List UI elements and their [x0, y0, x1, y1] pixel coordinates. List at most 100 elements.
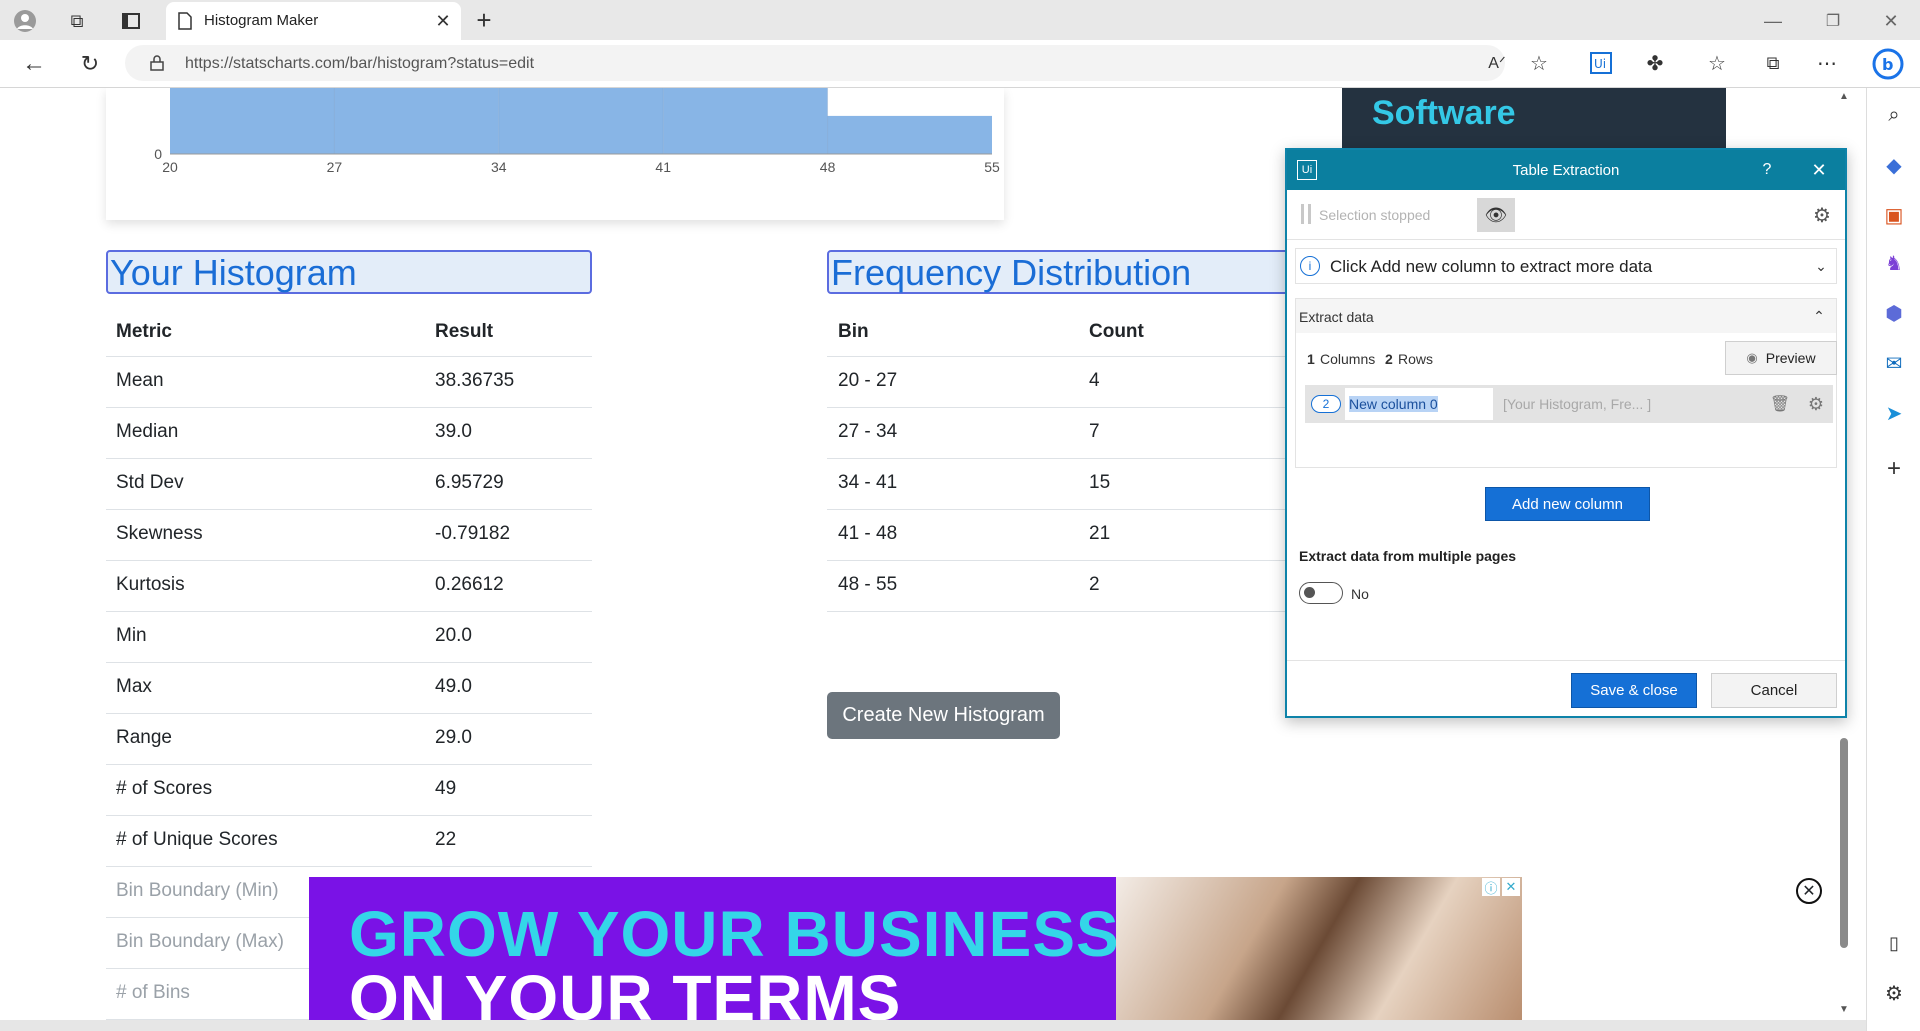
dialog-settings-icon[interactable]: ⚙	[1809, 202, 1835, 228]
extract-header-label: Extract data	[1299, 309, 1374, 325]
chevron-up-icon[interactable]: ⌃	[1808, 305, 1830, 327]
chevron-down-icon[interactable]: ⌄	[1810, 255, 1832, 277]
selection-status: Selection stopped	[1319, 207, 1431, 223]
preview-button[interactable]: ◉ Preview	[1725, 341, 1837, 375]
extract-header[interactable]: Extract data ⌃	[1296, 299, 1836, 333]
ad-choices-icon[interactable]: ⓘ	[1482, 878, 1500, 896]
bottom-strip	[0, 1020, 1866, 1031]
restore-icon[interactable]: ❐	[1820, 8, 1846, 34]
url-field[interactable]: https://statscharts.com/bar/histogram?st…	[125, 45, 1548, 81]
row-divider	[106, 611, 592, 612]
games-icon[interactable]: ♞	[1881, 250, 1907, 276]
close-dialog-icon[interactable]: ✕	[1807, 158, 1831, 182]
multi-page-toggle[interactable]	[1299, 582, 1343, 604]
save-close-button[interactable]: Save & close	[1571, 673, 1697, 708]
settings-icon[interactable]: ⚙	[1881, 980, 1907, 1006]
new-tab-icon[interactable]: +	[470, 5, 498, 35]
row-divider	[106, 866, 592, 867]
back-icon[interactable]: ←	[20, 50, 48, 78]
read-aloud-icon[interactable]: A͏ᐟ	[1485, 51, 1509, 75]
tools-icon[interactable]: ▣	[1881, 202, 1907, 228]
profile-icon[interactable]	[12, 8, 38, 34]
result-cell: 22	[435, 829, 457, 850]
columns-count: 1	[1307, 351, 1315, 367]
search-icon[interactable]: ⌕	[1881, 102, 1907, 128]
add-sidebar-icon[interactable]: +	[1881, 455, 1907, 482]
browser-tab[interactable]: Histogram Maker ✕	[166, 2, 461, 40]
more-menu-icon[interactable]: ⋯	[1814, 50, 1840, 76]
faded-metric-cell: Bin Boundary (Max)	[116, 931, 284, 952]
pause-icon	[1301, 204, 1311, 224]
row-divider	[106, 407, 592, 408]
histogram-bar	[334, 88, 499, 155]
info-bar[interactable]: i Click Add new column to extract more d…	[1295, 248, 1837, 284]
ad-close-icon[interactable]: ✕	[1502, 878, 1520, 896]
banner-ad-line1: GROW YOUR BUSINESS	[349, 898, 1120, 970]
result-cell: 39.0	[435, 421, 472, 442]
result-cell: 6.95729	[435, 472, 504, 493]
page-icon	[176, 11, 194, 31]
bing-copilot-icon[interactable]: b	[1870, 46, 1906, 82]
column-row[interactable]: 2 New column 0 [Your Histogram, Fre... ]…	[1305, 385, 1833, 423]
create-new-histogram-button[interactable]: Create New Histogram	[827, 692, 1060, 739]
result-cell: 20.0	[435, 625, 472, 646]
metric-cell: Median	[116, 421, 179, 442]
delete-column-icon[interactable]: 🗑	[1769, 393, 1791, 415]
close-window-icon[interactable]: ✕	[1878, 8, 1904, 34]
minimize-icon[interactable]: —	[1760, 8, 1786, 34]
x-tick-label: 41	[655, 159, 671, 175]
help-icon[interactable]: ?	[1755, 158, 1779, 182]
result-cell: 29.0	[435, 727, 472, 748]
result-cell: 49	[435, 778, 457, 799]
tab-title: Histogram Maker	[204, 12, 319, 29]
scroll-thumb[interactable]	[1840, 738, 1848, 948]
url-text: https://statscharts.com/bar/histogram?st…	[185, 55, 535, 72]
rows-label: Rows	[1398, 351, 1434, 367]
column-settings-icon[interactable]: ⚙	[1805, 393, 1827, 415]
banner-ad[interactable]: GROW YOUR BUSINESS ON YOUR TERMS ⓘ ✕	[309, 877, 1522, 1020]
count-header: Count	[1089, 321, 1144, 342]
svg-text:Ui: Ui	[1594, 57, 1606, 71]
bin-cell: 41 - 48	[838, 523, 898, 544]
bin-cell: 20 - 27	[838, 370, 898, 391]
collections-icon[interactable]: ⧉	[1760, 50, 1786, 76]
refresh-icon[interactable]: ↻	[76, 50, 104, 78]
send-icon[interactable]: ➤	[1881, 400, 1907, 426]
toggle-knob	[1304, 587, 1315, 598]
close-ad-icon[interactable]: ✕	[1796, 878, 1822, 904]
scroll-up-icon[interactable]: ▲	[1838, 90, 1850, 102]
workspaces-icon[interactable]: ⧉	[64, 8, 90, 34]
scroll-down-icon[interactable]: ▼	[1838, 1003, 1850, 1015]
favorites-icon[interactable]: ☆	[1704, 50, 1730, 76]
column-name-input[interactable]: New column 0	[1345, 388, 1493, 420]
shopping-icon[interactable]: ◆	[1881, 152, 1907, 178]
metric-cell: Range	[116, 727, 172, 748]
row-divider	[827, 458, 1287, 459]
histogram-bar	[663, 88, 828, 154]
metric-cell: # of Unique Scores	[116, 829, 278, 850]
row-divider	[827, 407, 1287, 408]
row-divider	[106, 815, 592, 816]
favorite-add-icon[interactable]: ☆	[1527, 51, 1551, 75]
sidebar-toggle-icon[interactable]: ▯	[1881, 930, 1907, 956]
x-tick-label: 48	[820, 159, 836, 175]
extensions-icon[interactable]: ✤	[1642, 50, 1668, 76]
outlook-icon[interactable]: ✉	[1881, 350, 1907, 376]
row-divider	[106, 458, 592, 459]
result-cell: 38.36735	[435, 370, 515, 391]
add-new-column-button[interactable]: Add new column	[1485, 487, 1650, 521]
count-cell: 15	[1089, 472, 1111, 493]
histogram-chart: 20 27 34 41 48 55 0	[106, 88, 1004, 220]
vertical-tabs-icon[interactable]	[118, 8, 144, 34]
eye-toggle-icon[interactable]: 👁	[1477, 198, 1515, 232]
stats-title: Your Histogram	[106, 250, 592, 294]
cancel-button[interactable]: Cancel	[1711, 673, 1837, 708]
microsoft365-icon[interactable]: ⬢	[1881, 300, 1907, 326]
close-tab-icon[interactable]: ✕	[432, 10, 454, 32]
svg-text:b: b	[1882, 55, 1893, 74]
uipath-extension-icon[interactable]: Ui	[1588, 50, 1614, 76]
chart-svg: 20 27 34 41 48 55 0	[154, 88, 1000, 175]
side-ad[interactable]: Software	[1342, 88, 1726, 148]
info-text: Click Add new column to extract more dat…	[1330, 257, 1653, 276]
column-name-text: New column 0	[1349, 396, 1438, 412]
